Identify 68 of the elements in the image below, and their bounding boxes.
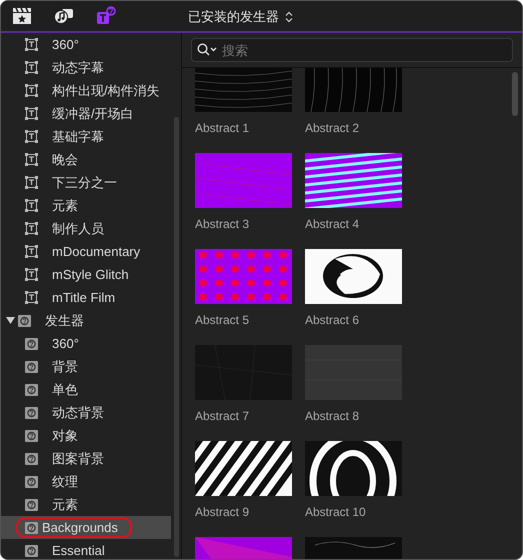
sidebar-item[interactable]: Backgrounds [18, 519, 130, 536]
clip-name: Abstract 4 [305, 217, 360, 231]
generator-icon [25, 452, 38, 464]
generator-icon [25, 430, 38, 442]
sidebar-item[interactable]: 制作人员 [48, 218, 108, 238]
generator-icon [25, 406, 38, 418]
scrollbar[interactable] [512, 72, 518, 116]
sidebar-item[interactable]: 晚会 [48, 150, 82, 170]
sidebar-item[interactable]: 动态字幕 [48, 58, 108, 78]
text-frame-icon [25, 84, 38, 97]
clapperboard-icon [12, 7, 32, 25]
search-field[interactable]: 搜索 [191, 38, 513, 62]
sidebar-item[interactable]: 360° [48, 335, 83, 352]
generator-icon [25, 360, 38, 372]
sidebar-item[interactable]: mTitle Film [48, 289, 120, 306]
sidebar-group[interactable]: 发生器 [41, 310, 88, 330]
sidebar-item[interactable]: 对象 [48, 426, 82, 446]
text-frame-icon [25, 107, 38, 120]
sidebar-item[interactable]: 下三分之一 [48, 172, 121, 192]
sidebar-item[interactable]: 缓冲器/开场白 [48, 104, 138, 124]
sidebar-item[interactable]: 纹理 [48, 472, 82, 492]
clip-name: Abstract 2 [305, 121, 360, 135]
title-generator-icon [96, 6, 116, 26]
generator-icon [25, 544, 38, 556]
generator-icon [25, 384, 38, 396]
text-frame-icon [25, 61, 38, 74]
generator-icon [18, 314, 31, 326]
sidebar-item[interactable]: 构件出现/构件消失 [48, 80, 164, 100]
clip-name: Abstract 8 [305, 409, 360, 423]
sidebar-item[interactable]: Essential [48, 542, 109, 559]
text-frame-icon [25, 245, 38, 258]
sidebar-item[interactable]: 单色 [48, 380, 82, 400]
generator-icon [25, 476, 38, 488]
clip-name: Abstract 9 [195, 505, 250, 519]
clip-name: Abstract 10 [305, 505, 367, 519]
sidebar-item[interactable]: 元素 [48, 196, 82, 216]
text-frame-icon [25, 199, 38, 212]
clip-name: Abstract 7 [195, 409, 250, 423]
sidebar-item[interactable]: 背景 [48, 356, 82, 376]
browser-title-popup[interactable]: 已安装的发生器 [186, 6, 295, 28]
sidebar-item[interactable]: 基础字幕 [48, 126, 108, 146]
sidebar-item[interactable]: mDocumentary [48, 243, 144, 260]
text-frame-icon [25, 268, 38, 281]
sidebar-item[interactable]: mStyle Glitch [48, 266, 133, 283]
text-frame-icon [25, 38, 38, 51]
generator-icon [25, 498, 38, 510]
clip-name: Abstract 1 [195, 121, 250, 135]
music-camera-icon [54, 7, 74, 25]
sidebar-item[interactable]: 图案背景 [48, 448, 108, 468]
scrollbar[interactable] [174, 117, 179, 557]
generator-icon [25, 522, 38, 534]
text-frame-icon [25, 176, 38, 189]
text-frame-icon [25, 153, 38, 166]
generator-icon [25, 338, 38, 350]
disclosure-triangle-icon[interactable] [6, 316, 15, 325]
text-frame-icon [25, 291, 38, 304]
sidebar-item[interactable]: 元素 [48, 494, 82, 514]
clip-name: Abstract 6 [305, 313, 360, 327]
sidebar-item[interactable]: 动态背景 [48, 402, 108, 422]
clip-name: Abstract 5 [195, 313, 250, 327]
selected-row[interactable]: Backgrounds [1, 516, 171, 539]
text-frame-icon [25, 222, 38, 235]
browser-tab[interactable] [11, 5, 33, 27]
text-frame-icon [25, 130, 38, 143]
chevron-updown-icon [285, 11, 293, 23]
search-icon[interactable] [197, 43, 217, 56]
sidebar-item[interactable]: 360° [48, 36, 83, 53]
clip-name: Abstract 3 [195, 217, 250, 231]
